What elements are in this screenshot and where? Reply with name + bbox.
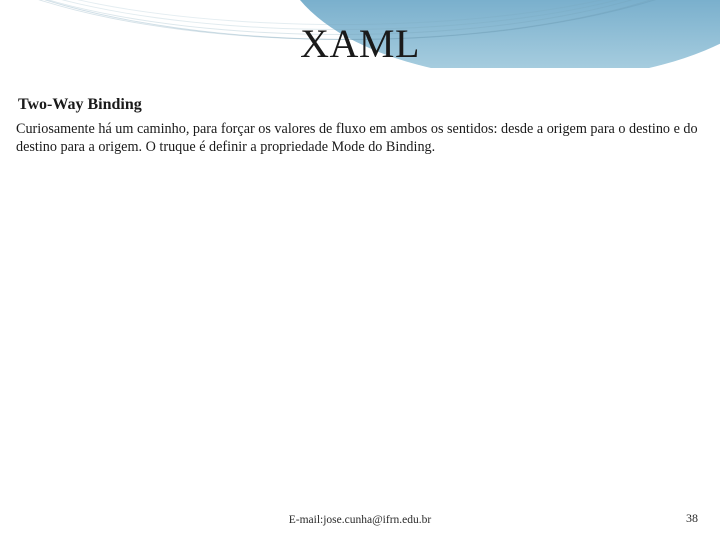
page-number: 38 bbox=[686, 511, 698, 526]
footer-email: E-mail:jose.cunha@ifrn.edu.br bbox=[0, 514, 720, 526]
slide-body-text: Curiosamente há um caminho, para forçar … bbox=[16, 120, 704, 156]
slide-title: XAML bbox=[0, 20, 720, 67]
slide-subtitle: Two-Way Binding bbox=[18, 96, 142, 114]
